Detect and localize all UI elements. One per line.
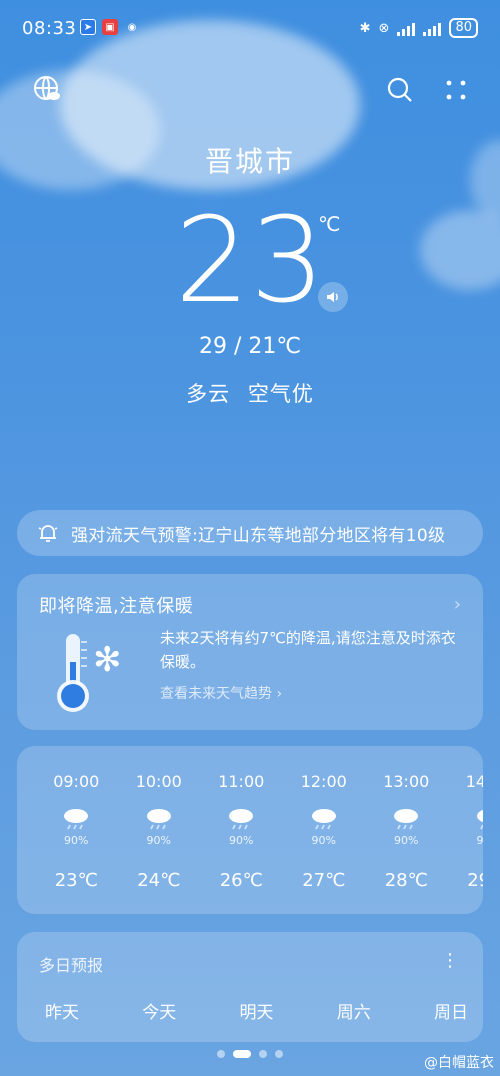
hour-precip: 90% xyxy=(64,834,89,847)
rain-cloud-icon xyxy=(476,809,483,830)
status-time: 08:33 xyxy=(22,18,77,39)
rain-cloud-icon xyxy=(146,809,171,830)
hour-item[interactable]: 10:00 90% 24℃ xyxy=(118,746,201,914)
current-temperature: 23 xyxy=(174,191,326,329)
speaker-button[interactable] xyxy=(318,282,348,312)
hour-time: 10:00 xyxy=(135,772,182,791)
status-bar: 08:33 ➤ ▣ ◉ ✱ ⊗ 80 xyxy=(0,0,500,60)
future-trend-link[interactable]: 查看未来天气趋势 › xyxy=(160,683,282,703)
hour-temp: 28℃ xyxy=(384,870,428,891)
forecast-day[interactable]: 昨天 xyxy=(45,998,79,1023)
cooling-description: 未来2天将有约7℃的降温,请您注意及时添衣保暖。 xyxy=(160,629,456,671)
temperature-range: 29 / 21℃ xyxy=(198,334,302,359)
book-notification-icon: ▣ xyxy=(102,19,118,35)
condition-text: 多云 xyxy=(186,382,231,406)
air-quality-text[interactable]: 空气优 xyxy=(248,382,314,406)
bluetooth-icon: ✱ xyxy=(359,20,371,36)
weather-condition: 多云 空气优 xyxy=(0,378,500,408)
hour-item[interactable]: 12:00 90% 27℃ xyxy=(283,746,366,914)
eye-icon: ◉ xyxy=(127,21,137,33)
rain-cloud-icon xyxy=(64,809,89,830)
alert-text: 强对流天气预警:辽宁山东等地部分地区将有10级 xyxy=(71,525,446,546)
hour-precip: 90% xyxy=(229,834,254,847)
weather-alert-banner[interactable]: 强对流天气预警:辽宁山东等地部分地区将有10级 xyxy=(17,510,483,556)
snowflake-icon: ✻ xyxy=(93,640,122,680)
hour-item[interactable]: 09:00 90% 23℃ xyxy=(35,746,118,914)
rain-cloud-icon xyxy=(394,809,419,830)
more-grid-icon[interactable] xyxy=(442,76,470,104)
hour-temp: 26℃ xyxy=(219,870,263,891)
globe-cloud-icon[interactable] xyxy=(32,74,62,104)
watermark: @白帽蓝衣 xyxy=(424,1055,494,1071)
hour-precip: 90% xyxy=(311,834,336,847)
page-dot xyxy=(259,1050,267,1058)
hour-temp: 27℃ xyxy=(302,870,346,891)
multi-day-forecast-card[interactable]: 多日预报 ⋮ 昨天 今天 明天 周六 周日 xyxy=(17,932,483,1042)
hour-precip: 90% xyxy=(146,834,171,847)
hour-precip: 90% xyxy=(394,834,419,847)
notification-icons: ➤ ▣ ◉ xyxy=(80,19,140,35)
hour-time: 09:00 xyxy=(53,772,100,791)
hour-temp: 23℃ xyxy=(54,870,98,891)
bell-alert-icon xyxy=(38,525,58,542)
hourly-forecast-card[interactable]: 09:00 90% 23℃ 10:00 90% 24℃ 11:00 90% 26… xyxy=(17,746,483,914)
forecast-day[interactable]: 明天 xyxy=(240,998,274,1023)
temperature-unit: ℃ xyxy=(318,212,341,236)
signal-icon-2 xyxy=(423,20,442,36)
alarm-icon: ⊗ xyxy=(378,20,390,36)
chevron-right-icon: › xyxy=(453,594,461,615)
hour-time: 11:00 xyxy=(218,772,265,791)
hour-precip: 90% xyxy=(476,834,483,847)
chevron-right-small-icon: › xyxy=(276,686,283,702)
hour-item[interactable]: 11:00 90% 26℃ xyxy=(200,746,283,914)
hour-temp: 24℃ xyxy=(137,870,181,891)
forecast-days: 昨天 今天 明天 周六 周日 xyxy=(17,998,483,1023)
rain-cloud-icon xyxy=(311,809,336,830)
battery-indicator: 80 xyxy=(449,18,478,38)
forecast-title: 多日预报 xyxy=(39,956,104,975)
hour-temp: 29℃ xyxy=(467,870,483,891)
hour-time: 12:00 xyxy=(300,772,347,791)
hour-item[interactable]: 13:00 90% 28℃ xyxy=(365,746,448,914)
forecast-day[interactable]: 周日 xyxy=(434,998,468,1023)
hour-item[interactable]: 14:00 90% 29℃ xyxy=(448,746,483,914)
hour-time: 14:00 xyxy=(465,772,483,791)
forecast-day[interactable]: 周六 xyxy=(337,998,371,1023)
hour-time: 13:00 xyxy=(383,772,430,791)
city-name[interactable]: 晋城市 xyxy=(0,140,500,180)
forecast-day[interactable]: 今天 xyxy=(142,998,176,1023)
cooling-title: 即将降温,注意保暖 xyxy=(39,596,194,617)
hourly-list[interactable]: 09:00 90% 23℃ 10:00 90% 24℃ 11:00 90% 26… xyxy=(17,746,483,914)
status-right: ✱ ⊗ 80 xyxy=(360,18,478,38)
search-icon[interactable] xyxy=(386,76,414,104)
signal-icon xyxy=(397,20,416,36)
page-dot xyxy=(275,1050,283,1058)
more-vertical-icon[interactable]: ⋮ xyxy=(441,950,459,971)
speaker-icon xyxy=(327,292,338,302)
page-dot xyxy=(217,1050,225,1058)
app-notification-icon: ➤ xyxy=(80,19,96,35)
page-dot-active xyxy=(233,1050,251,1058)
cooling-notice-card[interactable]: 即将降温,注意保暖 › ✻ 未来2天将有约7℃的降温,请您注意及时添衣保暖。 查… xyxy=(17,574,483,730)
thermometer-icon xyxy=(57,634,89,712)
top-navigation xyxy=(0,72,500,112)
rain-cloud-icon xyxy=(229,809,254,830)
future-trend-link-label: 查看未来天气趋势 xyxy=(160,686,272,702)
